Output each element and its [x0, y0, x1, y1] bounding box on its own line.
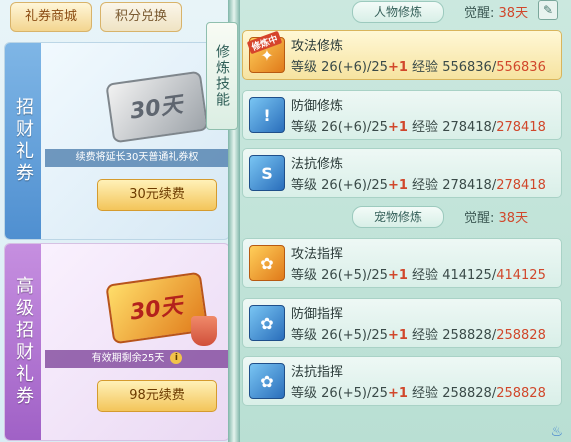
awaken-value: 38天: [498, 211, 529, 226]
level-plus: +1: [387, 120, 408, 135]
silver-ticket-icon: 30天: [101, 69, 211, 144]
attack-magic-icon: ✦ 修炼中: [246, 30, 285, 73]
skill-stats: 等级 26(+5)/25+1 经验 258828/258828: [291, 386, 546, 401]
skill-name: 防御修炼: [291, 99, 344, 114]
level-plus: +1: [387, 268, 408, 283]
awaken-info: 觉醒: 38天: [464, 207, 528, 226]
cultivation-skill-label: 修炼技能: [214, 44, 230, 108]
level-label: 等级: [291, 386, 318, 401]
exp-label: 经验: [412, 178, 439, 193]
level-plus: +1: [387, 386, 408, 401]
skill-stats: 等级 26(+5)/25+1 经验 258828/258828: [291, 328, 546, 343]
exp-max: 278418: [496, 178, 546, 193]
skill-stats: 等级 26(+6)/25+1 经验 278418/278418: [291, 178, 546, 193]
validity-text: 有效期剩余25天: [91, 353, 165, 364]
card-title: 招财礼券: [13, 97, 34, 185]
voucher-card-basic: 招财礼券 30天 续费将延长30天普通礼券权 30元续费: [4, 42, 230, 240]
level-plus: +1: [387, 178, 408, 193]
level-value: 26(+5)/25: [321, 268, 388, 283]
tab-voucher-shop[interactable]: 礼券商城: [10, 2, 92, 32]
renew-button-98[interactable]: 98元续费: [97, 380, 217, 412]
flame-icon: ♨: [550, 424, 563, 440]
level-value: 26(+6)/25: [321, 120, 388, 135]
awaken-info: 觉醒: 38天: [464, 2, 528, 21]
card-title: 高级招财礼券: [13, 276, 34, 408]
level-value: 26(+5)/25: [321, 386, 388, 401]
pet-section-header: 宠物修炼 觉醒: 38天: [240, 206, 571, 228]
exp-label: 经验: [412, 386, 439, 401]
level-label: 等级: [291, 60, 318, 75]
section-title: 人物修炼: [352, 1, 444, 23]
magic-resist-icon: S: [249, 155, 285, 191]
exp-current: 414125: [442, 268, 492, 283]
exp-max: 258828: [496, 328, 546, 343]
skill-row[interactable]: ! 防御修炼 等级 26(+6)/25+1 经验 278418/278418: [242, 90, 562, 140]
card-title-strip: 高级招财礼券: [5, 244, 41, 440]
exp-max: 414125: [496, 268, 546, 283]
exp-current: 278418: [442, 120, 492, 135]
level-plus: +1: [387, 328, 408, 343]
level-value: 26(+5)/25: [321, 328, 388, 343]
gold-ticket-icon: 30天: [101, 270, 217, 346]
info-icon[interactable]: i: [170, 352, 183, 364]
paw-attack-icon: ✿: [249, 245, 285, 281]
exp-current: 258828: [442, 328, 492, 343]
card-note: 有效期剩余25天 i: [45, 350, 229, 368]
renew-button-30[interactable]: 30元续费: [97, 179, 217, 211]
level-plus: +1: [387, 60, 408, 75]
section-title: 宠物修炼: [352, 206, 444, 228]
ticket-label: 30天: [128, 92, 185, 125]
skill-stats: 等级 26(+5)/25+1 经验 414125/414125: [291, 268, 546, 283]
voucher-card-premium: 高级招财礼券 30天 有效期剩余25天 i 98元续费: [4, 243, 230, 441]
awaken-label: 觉醒:: [464, 211, 495, 226]
skill-row[interactable]: ✿ 法抗指挥 等级 26(+5)/25+1 经验 258828/258828: [242, 356, 562, 406]
exp-max: 258828: [496, 386, 546, 401]
skill-row[interactable]: S 法抗修炼 等级 26(+6)/25+1 经验 278418/278418: [242, 148, 562, 198]
exp-current: 556836: [442, 60, 492, 75]
exp-label: 经验: [412, 60, 439, 75]
skill-name: 法抗修炼: [291, 157, 344, 172]
skill-stats: 等级 26(+6)/25+1 经验 278418/278418: [291, 120, 546, 135]
skill-name: 法抗指挥: [291, 365, 344, 380]
edit-icon[interactable]: ✎: [538, 0, 558, 20]
level-value: 26(+6)/25: [321, 60, 388, 75]
exp-label: 经验: [412, 120, 439, 135]
voucher-panel: 礼券商城 积分兑换 招财礼券 30天 续费将延长30天普通礼券权 30元续费 高…: [0, 0, 232, 442]
card-note: 续费将延长30天普通礼券权: [45, 149, 229, 167]
defense-shield-icon: !: [249, 97, 285, 133]
character-section-header: 人物修炼 觉醒: 38天 ✎: [240, 0, 571, 23]
exp-current: 258828: [442, 386, 492, 401]
exp-label: 经验: [412, 268, 439, 283]
level-label: 等级: [291, 268, 318, 283]
paw-resist-icon: ✿: [249, 363, 285, 399]
skill-row[interactable]: ✿ 攻法指挥 等级 26(+5)/25+1 经验 414125/414125: [242, 238, 562, 288]
awaken-label: 觉醒:: [464, 6, 495, 21]
exp-label: 经验: [412, 328, 439, 343]
skill-name: 攻法修炼: [291, 39, 344, 54]
game-window: 礼券商城 积分兑换 招财礼券 30天 续费将延长30天普通礼券权 30元续费 高…: [0, 0, 571, 442]
exp-max: 278418: [496, 120, 546, 135]
exp-max: 556836: [496, 60, 546, 75]
level-label: 等级: [291, 178, 318, 193]
tab-points-exchange[interactable]: 积分兑换: [100, 2, 182, 32]
skill-row[interactable]: ✿ 防御指挥 等级 26(+5)/25+1 经验 258828/258828: [242, 298, 562, 348]
cultivating-badge: 修炼中: [246, 30, 283, 55]
level-label: 等级: [291, 120, 318, 135]
skill-row[interactable]: ✦ 修炼中 攻法修炼 等级 26(+6)/25+1 经验 556836/55683…: [242, 30, 562, 80]
cultivation-panel: 人物修炼 觉醒: 38天 ✎ ✦ 修炼中 攻法修炼 等级 26(+6)/25+1 …: [240, 0, 571, 442]
level-value: 26(+6)/25: [321, 178, 388, 193]
cultivation-skill-tab[interactable]: 修炼技能: [206, 22, 238, 130]
card-title-strip: 招财礼券: [5, 43, 41, 239]
exp-current: 278418: [442, 178, 492, 193]
skill-stats: 等级 26(+6)/25+1 经验 556836/556836: [291, 60, 546, 75]
level-label: 等级: [291, 328, 318, 343]
tassel-icon: [191, 316, 217, 346]
awaken-value: 38天: [498, 6, 529, 21]
skill-name: 攻法指挥: [291, 247, 344, 262]
skill-name: 防御指挥: [291, 307, 344, 322]
paw-defense-icon: ✿: [249, 305, 285, 341]
